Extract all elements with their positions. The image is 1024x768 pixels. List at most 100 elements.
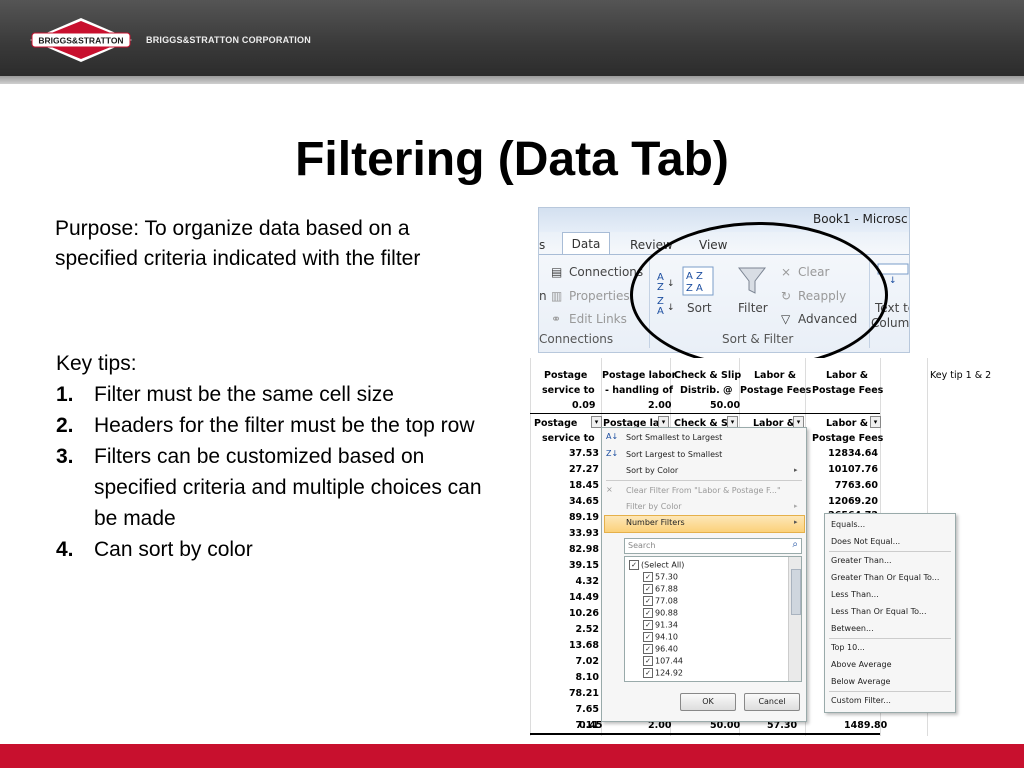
search-input[interactable]: Search ⌕: [624, 538, 802, 554]
checklist-item[interactable]: ✓ 57.30: [643, 572, 678, 582]
value-cell: 12834.64: [828, 448, 878, 459]
edit-links-icon: ⚭: [551, 312, 562, 326]
tips-list: 1. Filter must be the same cell size 2. He…: [56, 379, 496, 565]
header-cell: - handling of: [605, 385, 674, 396]
value-cell: 78.21: [568, 688, 599, 699]
sort-desc-icon: Z↓: [606, 449, 619, 458]
sort-by-color-item[interactable]: Sort by Color: [626, 466, 678, 475]
checkbox-checked-icon: ✓: [629, 560, 639, 570]
tip-item: 1. Filter must be the same cell size: [56, 379, 496, 410]
between-item[interactable]: Between...: [831, 624, 874, 633]
menu-separator: [606, 480, 802, 481]
group-connections-label: Connections: [539, 332, 614, 346]
checklist-item[interactable]: ✓ 77.08: [643, 596, 678, 606]
checklist-item[interactable]: ✓ 67.88: [643, 584, 678, 594]
custom-filter-item[interactable]: Custom Filter...: [831, 696, 891, 705]
purpose-text: Purpose: To organize data based on a spe…: [55, 217, 421, 270]
tab-data[interactable]: Data: [562, 232, 610, 255]
edit-links-button[interactable]: Edit Links: [569, 312, 627, 326]
properties-button[interactable]: Properties: [569, 289, 630, 303]
checklist-item[interactable]: ✓ 107.44: [643, 656, 683, 666]
footer-bar: [0, 744, 1024, 768]
checklist-label: 96.40: [655, 644, 678, 654]
value-cell: 37.53: [568, 448, 599, 459]
value-cell: 12069.20: [828, 496, 878, 507]
number-filters-item[interactable]: Number Filters: [626, 518, 685, 527]
checklist-label: 124.92: [655, 668, 683, 678]
header-cell: Check & Slip: [674, 370, 742, 381]
filter-by-color-item[interactable]: Filter by Color: [626, 502, 682, 511]
checkbox-checked-icon: ✓: [643, 596, 653, 606]
checklist-scrollbar[interactable]: [788, 557, 801, 681]
value-cell: 0.09: [572, 400, 596, 411]
value-cell: 50.00: [710, 400, 741, 411]
row-border: [530, 413, 880, 414]
tip-item: 2. Headers for the filter must be the top…: [56, 410, 496, 441]
value-cell: 89.19: [568, 512, 599, 523]
filter-dropdown-icon[interactable]: ▾: [870, 416, 881, 428]
tab-partial[interactable]: s: [539, 238, 545, 252]
svg-text:↓: ↓: [889, 276, 897, 286]
sort-asc-icon: A↓: [606, 432, 619, 441]
tip-number: 4.: [56, 538, 74, 561]
value-cell: 7.65: [575, 704, 599, 715]
tip-number: 2.: [56, 414, 74, 437]
menu-separator: [829, 638, 951, 639]
greater-than-item[interactable]: Greater Than...: [831, 556, 892, 565]
equals-item[interactable]: Equals...: [831, 520, 865, 529]
value-cell: 8.10: [575, 672, 599, 683]
filter-header-cell: Labor &: [826, 418, 869, 429]
header-cell: Labor &: [826, 370, 869, 381]
checklist-item[interactable]: ✓ 96.40: [643, 644, 678, 654]
below-average-item[interactable]: Below Average: [831, 677, 890, 686]
does-not-equal-item[interactable]: Does Not Equal...: [831, 537, 900, 546]
value-cell: 82.98: [568, 544, 599, 555]
checklist-item[interactable]: ✓ 90.88: [643, 608, 678, 618]
checkbox-checked-icon: ✓: [643, 632, 653, 642]
checklist-item[interactable]: ✓ 91.34: [643, 620, 678, 630]
less-or-equal-item[interactable]: Less Than Or Equal To...: [831, 607, 927, 616]
sort-largest-item[interactable]: Sort Largest to Smallest: [626, 450, 722, 459]
grid-line: [530, 358, 531, 736]
value-cell: 1489.80: [844, 720, 888, 731]
tip-item: 3. Filters can be customized based on spe…: [56, 441, 496, 534]
scrollbar-thumb[interactable]: [791, 569, 801, 615]
key-tips: Key tips: 1. Filter must be the same cell…: [56, 348, 496, 565]
properties-icon: ▥: [551, 289, 563, 303]
checklist-label: 67.88: [655, 584, 678, 594]
menu-separator: [829, 551, 951, 552]
checkbox-checked-icon: ✓: [643, 572, 653, 582]
key-tip-label: Key tip 1 & 2: [930, 370, 992, 381]
connections-button[interactable]: Connections: [569, 265, 643, 279]
tip-text: Headers for the filter must be the top r…: [94, 414, 475, 437]
tip-number: 1.: [56, 383, 74, 406]
checklist-item[interactable]: ✓ 124.92: [643, 668, 683, 678]
above-average-item[interactable]: Above Average: [831, 660, 892, 669]
value-cell: 13.68: [568, 640, 599, 651]
value-cell: 0.45: [579, 720, 603, 731]
number-filters-submenu: Equals... Does Not Equal... Greater Than…: [824, 513, 956, 713]
clear-filter-icon: ⨯: [606, 485, 613, 494]
value-cell: 39.15: [568, 560, 599, 571]
less-than-item[interactable]: Less Than...: [831, 590, 879, 599]
checklist-item[interactable]: ✓ 94.10: [643, 632, 678, 642]
checklist-label: 57.30: [655, 572, 678, 582]
sort-smallest-item[interactable]: Sort Smallest to Largest: [626, 433, 722, 442]
clear-filter-item[interactable]: Clear Filter From "Labor & Postage F...": [626, 486, 781, 495]
header-cell: Labor &: [754, 370, 797, 381]
value-cell: 2.52: [575, 624, 599, 635]
checklist-item[interactable]: ✓ (Select All): [629, 560, 684, 570]
greater-or-equal-item[interactable]: Greater Than Or Equal To...: [831, 573, 939, 582]
checkbox-checked-icon: ✓: [643, 668, 653, 678]
cancel-button[interactable]: Cancel: [744, 693, 800, 711]
row-border: [530, 733, 880, 735]
top-10-item[interactable]: Top 10...: [831, 643, 865, 652]
header-cell: Distrib. @: [680, 385, 733, 396]
checkbox-checked-icon: ✓: [643, 644, 653, 654]
ok-button[interactable]: OK: [680, 693, 736, 711]
ribbon-partial-letter: n: [539, 289, 547, 303]
checklist-label: 90.88: [655, 608, 678, 618]
checkbox-checked-icon: ✓: [643, 620, 653, 630]
search-icon: ⌕: [792, 539, 798, 550]
submenu-arrow-icon: ▸: [794, 466, 798, 474]
